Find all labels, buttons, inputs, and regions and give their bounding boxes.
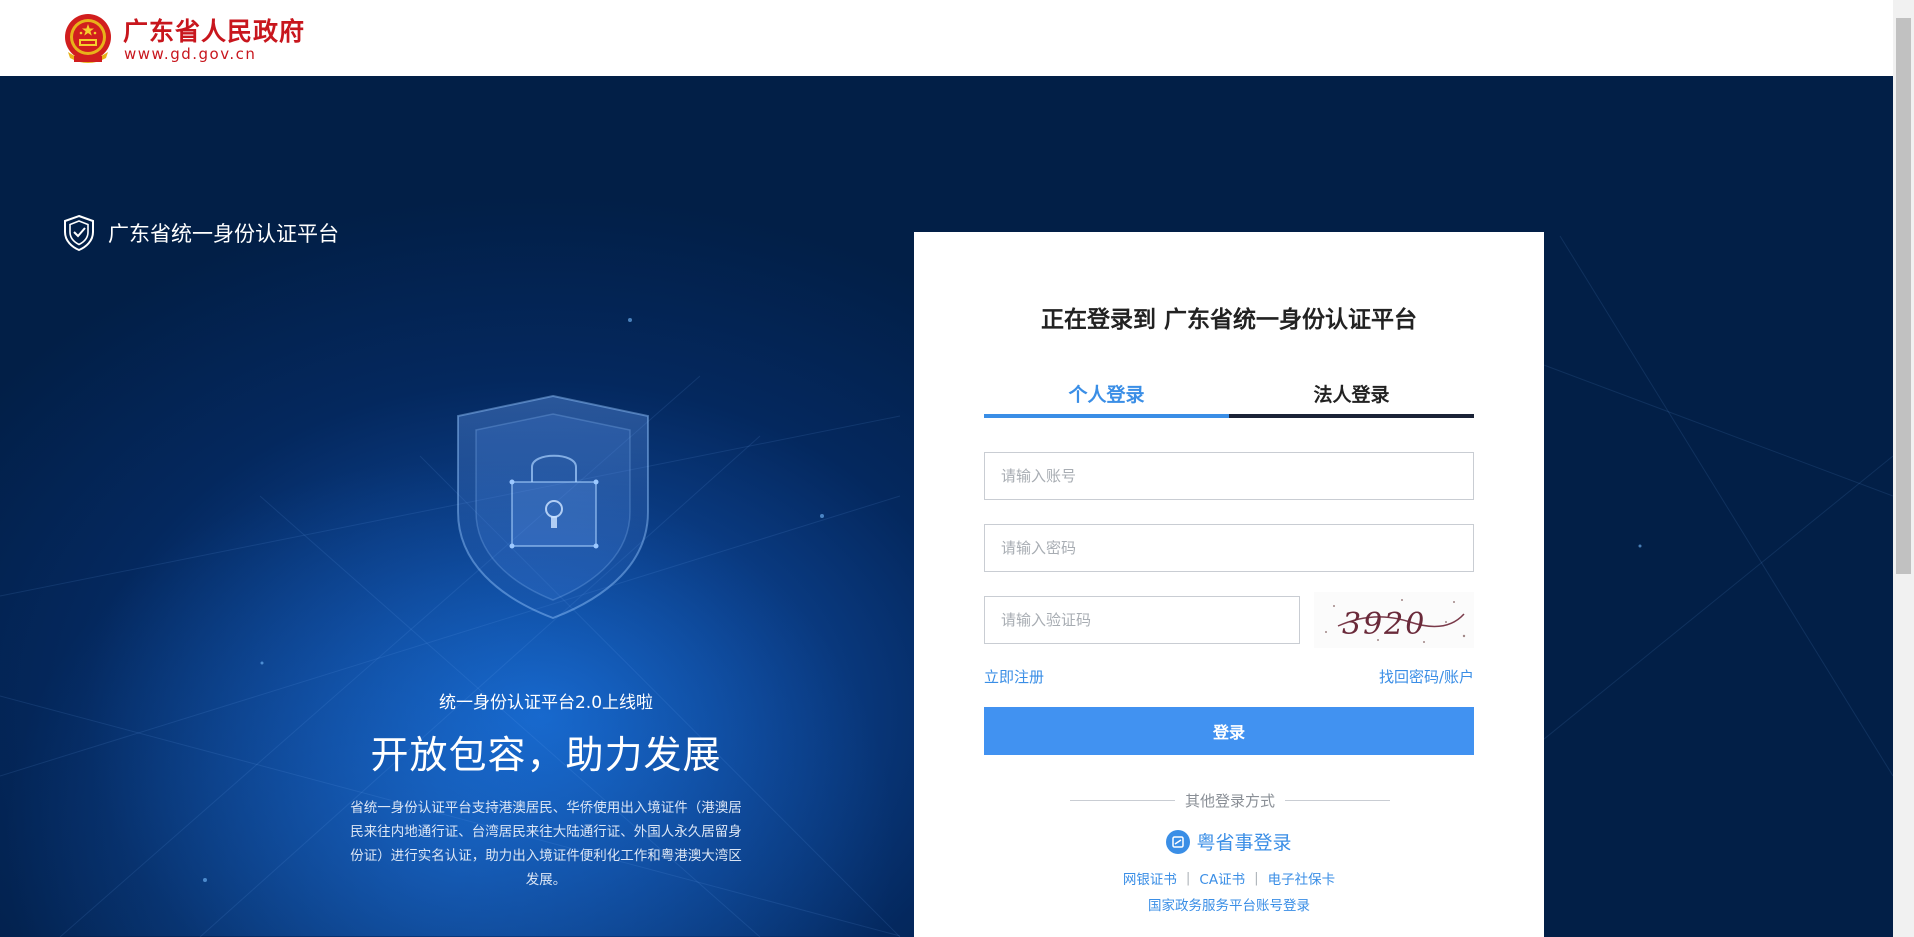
recover-account-link[interactable]: 找回密码/账户 [1330,666,1474,687]
platform-name: 广东省统一身份认证平台 [108,222,339,246]
divider-line [1070,800,1175,801]
slogan-description: 省统一身份认证平台支持港澳居民、华侨使用出入境证件（港澳居民来往内地通行证、台湾… [350,800,742,888]
account-input[interactable] [984,452,1474,500]
captcha-image[interactable]: 3920 [1314,592,1474,648]
captcha-input[interactable] [984,596,1300,644]
divider-line [1285,800,1391,801]
site-header: 广东省人民政府 www.gd.gov.cn [0,0,1893,76]
captcha-text: 3920 [1342,607,1426,642]
tab-personal-login[interactable]: 个人登录 [984,374,1229,406]
platform-brand: 广东省统一身份认证平台 [62,214,339,252]
yss-glyph-icon [1172,835,1185,848]
tab-corporate-login[interactable]: 法人登录 [1229,374,1474,406]
page-scrollbar[interactable] [1893,0,1914,937]
gov-site-url[interactable]: www.gd.gov.cn [124,45,256,63]
other-login-divider: 其他登录方式 [1070,790,1391,811]
login-tabs: 个人登录 法人登录 [984,374,1474,406]
gov-site-title[interactable]: 广东省人民政府 [123,12,305,48]
lock-shield-illustration [457,394,649,620]
shield-check-icon [64,214,94,252]
scrollbar-thumb[interactable] [1896,18,1911,574]
slogan-title: 开放包容，助力发展 [370,733,722,777]
password-input[interactable] [984,524,1474,572]
login-submit-button[interactable]: 登录 [984,707,1474,755]
national-platform-login-link[interactable]: 国家政务服务平台账号登录 [914,894,1544,914]
social-security-card-link[interactable]: 电子社保卡 [1268,868,1336,888]
bank-cert-link[interactable]: 网银证书 [1123,868,1177,888]
yss-login-button[interactable]: 粤省事登录 [914,828,1544,855]
alt-login-links: 网银证书 | CA证书 | 电子社保卡 [914,868,1544,888]
login-card: 正在登录到 广东省统一身份认证平台 个人登录 法人登录 3920 立即注册 找回… [914,232,1544,937]
register-link[interactable]: 立即注册 [984,666,1044,687]
login-heading: 正在登录到 广东省统一身份认证平台 [1040,307,1417,333]
link-separator: | [1185,870,1191,886]
other-login-label: 其他登录方式 [1185,792,1276,810]
ca-cert-link[interactable]: CA证书 [1199,868,1245,888]
national-emblem-icon[interactable] [62,12,114,66]
yss-login-label: 粤省事登录 [1196,832,1292,854]
link-separator: | [1254,870,1259,886]
yss-app-icon [1166,829,1191,854]
slogan-subtitle: 统一身份认证平台2.0上线啦 [438,693,654,713]
tab-underline-active [984,414,1229,418]
